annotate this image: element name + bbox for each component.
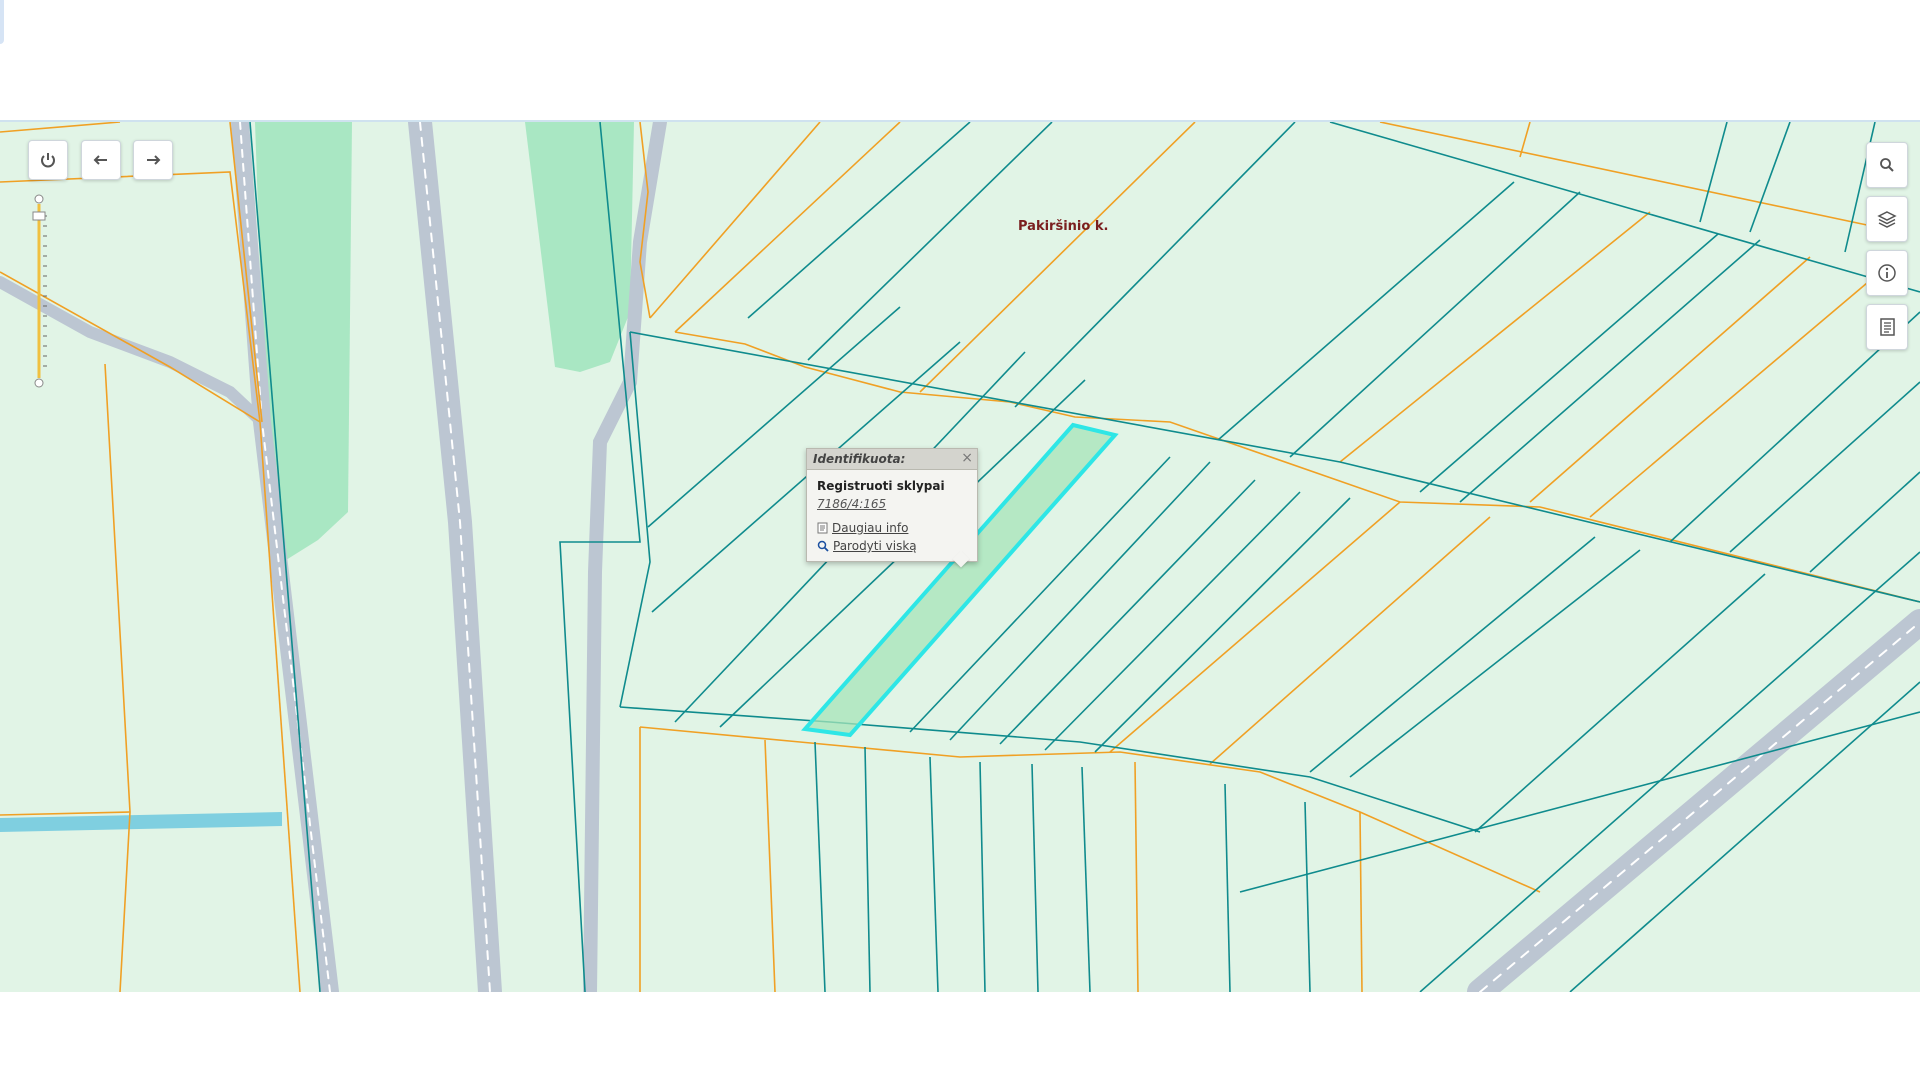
back-button[interactable] <box>81 140 121 180</box>
back-arrow-icon <box>93 155 107 165</box>
map-canvas[interactable]: Pakiršinio k. Identifikuota: × Registruo… <box>0 120 1920 992</box>
info-button[interactable] <box>1866 250 1908 296</box>
list-button[interactable] <box>1866 304 1908 350</box>
show-all-link[interactable]: Parodyti viską <box>817 539 917 553</box>
water-canal <box>0 812 282 832</box>
parcel-id-link[interactable]: 7186/4:165 <box>817 497 886 511</box>
popup-layer-name: Registruoti sklypai <box>817 479 945 493</box>
forward-arrow-icon <box>147 155 161 165</box>
show-all-label: Parodyti viską <box>833 539 917 553</box>
parcel-lines <box>249 122 1920 992</box>
layers-button[interactable] <box>1866 196 1908 242</box>
forest-area <box>525 122 634 372</box>
power-icon <box>41 153 55 168</box>
forward-button[interactable] <box>133 140 173 180</box>
info-icon <box>1878 264 1896 282</box>
more-info-link[interactable]: Daugiau info <box>817 521 908 535</box>
corner-mark <box>0 0 4 44</box>
zoom-icon <box>817 540 829 552</box>
zoom-slider[interactable] <box>30 194 50 388</box>
search-icon <box>1880 158 1894 172</box>
close-icon[interactable]: × <box>961 450 973 466</box>
search-button[interactable] <box>1866 142 1908 188</box>
document-icon <box>817 522 828 534</box>
zoom-slider-graphic <box>32 194 47 388</box>
place-label: Pakiršinio k. <box>1018 219 1109 234</box>
identify-popup: Identifikuota: × Registruoti sklypai 718… <box>806 448 978 568</box>
more-info-label: Daugiau info <box>832 521 909 535</box>
power-button[interactable] <box>28 140 68 180</box>
popup-header: Identifikuota: × <box>807 449 977 470</box>
layers-icon <box>1877 211 1897 228</box>
list-icon <box>1880 318 1895 336</box>
popup-title: Identifikuota: <box>813 452 906 466</box>
